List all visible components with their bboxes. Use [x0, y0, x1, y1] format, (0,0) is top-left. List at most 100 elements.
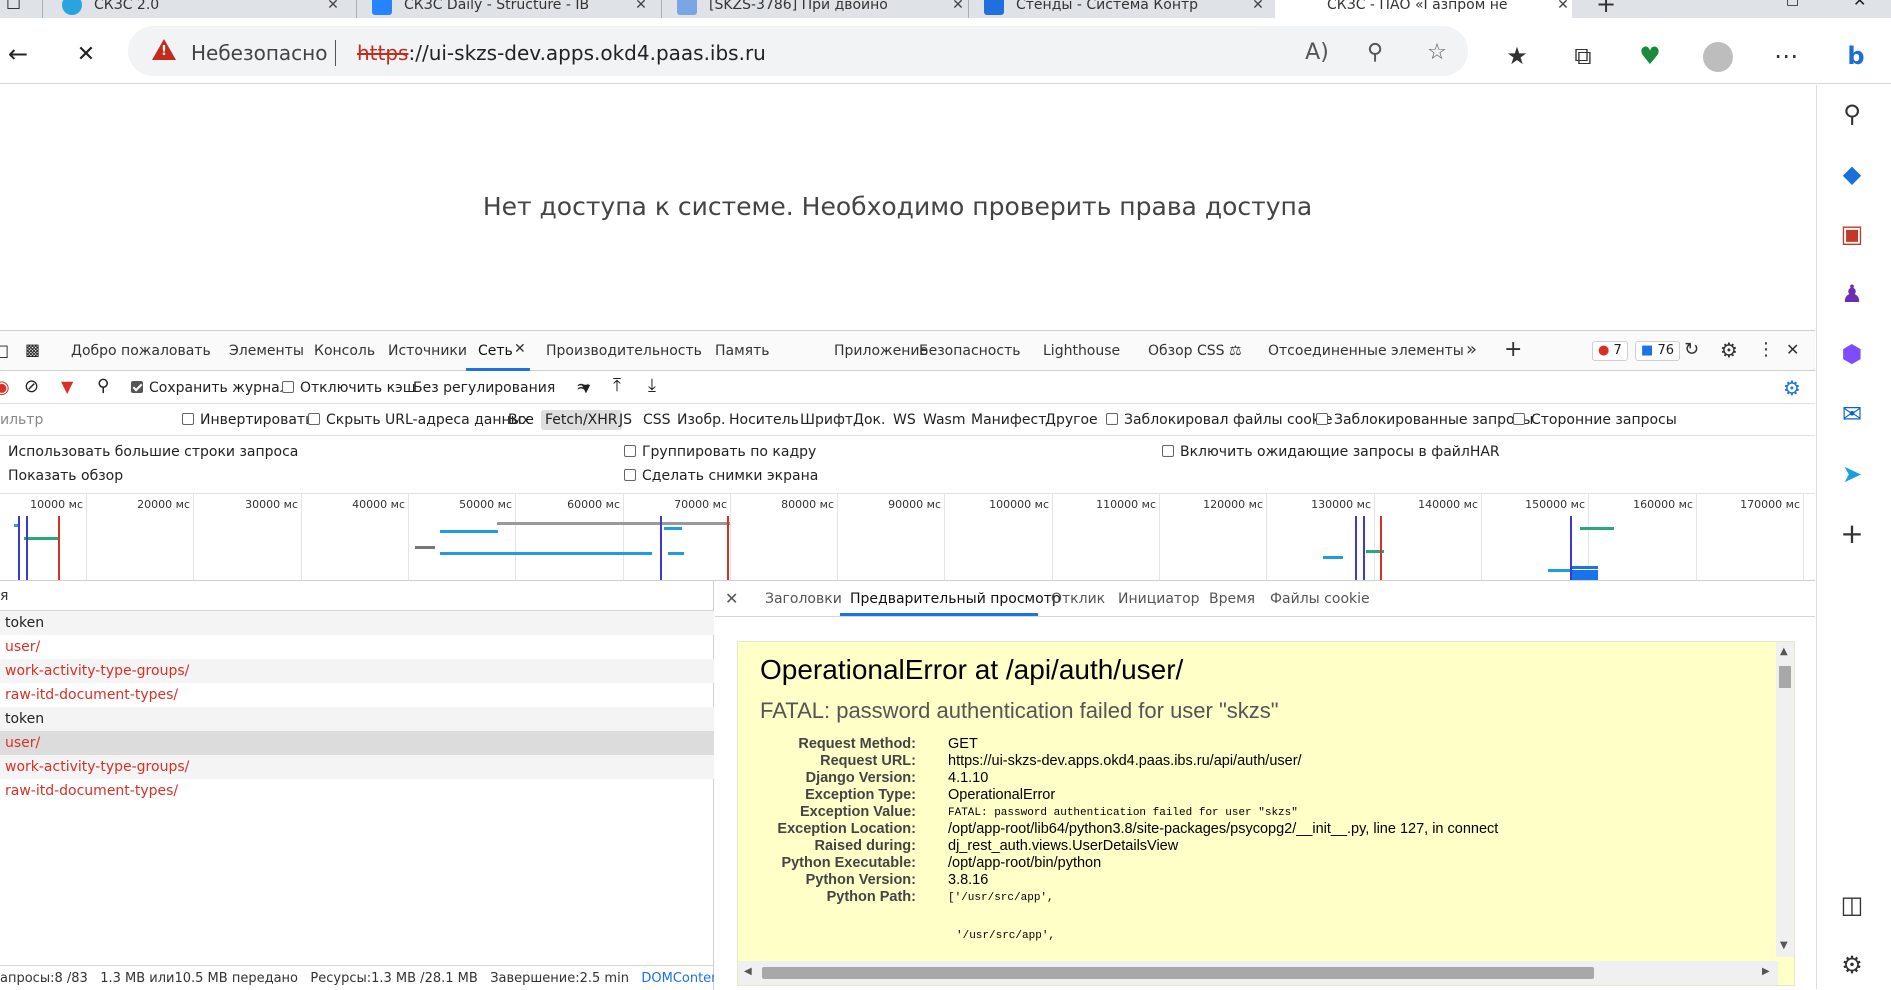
restore-window-icon[interactable]: □ — [1786, 0, 1799, 8]
tab-actions-icon[interactable]: □ — [6, 0, 21, 11]
kebab-menu-icon[interactable]: ⋮ — [1757, 339, 1775, 360]
browser-tab-4[interactable]: Стенды - Система Контр ✕ — [984, 0, 1267, 18]
type-filter-doc[interactable]: Док. — [853, 412, 885, 428]
tab-console[interactable]: Консоль — [314, 343, 375, 359]
type-filter-font[interactable]: Шрифт — [800, 412, 853, 428]
type-filter-fetch-xhr[interactable]: Fetch/XHR — [541, 410, 622, 430]
messages-badge[interactable]: ■ 76 — [1635, 341, 1680, 361]
close-details-icon[interactable]: ✕ — [725, 589, 738, 608]
type-filter-wasm[interactable]: Wasm — [923, 412, 965, 428]
inspect-element-icon[interactable]: □ — [0, 341, 9, 360]
more-tabs-icon[interactable]: » — [1466, 339, 1477, 360]
search-icon[interactable]: ⚲ — [97, 376, 109, 396]
type-filter-manifest[interactable]: Манифест — [971, 412, 1046, 428]
browser-tab-1[interactable]: СКЗС 2.0 ✕ — [62, 0, 342, 18]
type-filter-other[interactable]: Другое — [1045, 412, 1098, 428]
zoom-icon[interactable]: ⚲ — [1360, 40, 1390, 70]
read-aloud-icon[interactable]: A) — [1302, 40, 1332, 70]
throttling-select[interactable]: Без регулирования ▼ — [413, 380, 590, 396]
back-arrow-icon[interactable]: ← — [2, 38, 34, 70]
add-sidebar-app-icon[interactable]: + — [1835, 517, 1869, 551]
close-icon[interactable]: ✕ — [1249, 0, 1267, 13]
more-menu-icon[interactable]: ⋯ — [1768, 38, 1804, 74]
url-text[interactable]: https://ui-skzs-dev.apps.okd4.paas.ibs.r… — [357, 41, 766, 65]
tab-css-overview[interactable]: Обзор CSS ⚖ — [1148, 343, 1242, 359]
shopping-tag-icon[interactable]: ◆ — [1835, 157, 1869, 191]
request-row[interactable]: work-activity-type-groups/ — [0, 659, 714, 683]
tab-timing[interactable]: Время — [1209, 591, 1255, 607]
tab-welcome[interactable]: Добро пожаловать — [71, 343, 211, 359]
copilot-icon[interactable]: b — [1838, 38, 1874, 74]
favorites-icon[interactable]: ★ — [1499, 38, 1535, 74]
preserve-log-checkbox[interactable]: Сохранить журнал — [131, 380, 289, 396]
clear-icon[interactable]: ⊘ — [24, 376, 39, 397]
profile-avatar-icon[interactable] — [1700, 38, 1736, 74]
show-overview-option[interactable]: Показать обзор — [8, 468, 123, 484]
scroll-right-icon[interactable]: ▶ — [1762, 966, 1770, 977]
close-icon[interactable]: ✕ — [1554, 0, 1572, 13]
drop-icon[interactable]: ➤ — [1835, 457, 1869, 491]
tab-headers[interactable]: Заголовки — [765, 591, 842, 607]
horizontal-scrollbar[interactable]: ◀ ▶ — [738, 961, 1778, 985]
network-settings-gear-icon[interactable]: ⚙ — [1783, 376, 1801, 400]
outlook-icon[interactable]: ✉ — [1835, 397, 1869, 431]
request-row[interactable]: raw-itd-document-types/ — [0, 683, 714, 707]
capture-screenshots-checkbox[interactable]: Сделать снимки экрана — [624, 468, 818, 484]
tab-initiator[interactable]: Инициатор — [1118, 591, 1200, 607]
tab-application[interactable]: Приложение — [834, 343, 928, 359]
request-row[interactable]: user/ — [0, 635, 714, 659]
tab-security[interactable]: Безопасность — [919, 343, 1020, 359]
filter-input[interactable]: ильтр — [0, 412, 43, 428]
disable-cache-checkbox[interactable]: Отключить кэш — [282, 380, 416, 396]
type-filter-all[interactable]: Все — [508, 412, 534, 428]
browser-tab-2[interactable]: СКЗС Daily - Structure - IB ✕ — [372, 0, 650, 18]
blocked-requests-checkbox[interactable]: Заблокированные запросы — [1316, 412, 1533, 428]
type-filter-media[interactable]: Носитель — [729, 412, 799, 428]
close-icon[interactable]: ✕ — [632, 0, 650, 13]
collections-icon[interactable]: ⧉ — [1565, 38, 1601, 74]
tab-response[interactable]: Отклик — [1051, 591, 1105, 607]
scroll-thumb[interactable] — [1779, 666, 1791, 688]
browser-tab-3[interactable]: [SKZS-3786] При двойно ✕ — [677, 0, 967, 18]
tab-memory[interactable]: Память — [715, 343, 770, 359]
scroll-up-icon[interactable]: ▲ — [1780, 646, 1788, 657]
type-filter-css[interactable]: CSS — [643, 412, 671, 428]
tab-elements[interactable]: Элементы — [229, 343, 304, 359]
connection-icon[interactable]: ↻ — [1684, 339, 1699, 360]
search-icon[interactable]: ⚲ — [1835, 97, 1869, 131]
address-bar[interactable] — [128, 26, 1468, 76]
tab-lighthouse[interactable]: Lighthouse — [1043, 343, 1120, 359]
request-row[interactable]: user/ — [0, 731, 714, 755]
tab-cookies[interactable]: Файлы cookie — [1270, 591, 1370, 607]
tab-detached-elements[interactable]: Отсоединенные элементы — [1268, 343, 1464, 359]
hide-data-urls-checkbox[interactable]: Скрыть URL-адреса данных — [308, 412, 530, 428]
new-tab-icon[interactable]: + — [1596, 0, 1616, 18]
tab-network[interactable]: Сеть — [478, 343, 513, 359]
type-filter-js[interactable]: JS — [619, 412, 632, 428]
tools-briefcase-icon[interactable]: ▣ — [1835, 217, 1869, 251]
request-row[interactable]: token — [0, 611, 714, 635]
import-har-icon[interactable]: ⤒ — [613, 375, 621, 396]
security-label[interactable]: Небезопасно — [191, 41, 328, 65]
close-tab-icon[interactable]: ✕ — [514, 341, 526, 357]
close-devtools-icon[interactable]: ✕ — [1786, 340, 1799, 359]
third-party-checkbox[interactable]: Сторонние запросы — [1513, 412, 1677, 428]
filter-icon[interactable]: ▼ — [61, 377, 73, 396]
tab-performance[interactable]: Производительность — [546, 343, 702, 359]
type-filter-ws[interactable]: WS — [893, 412, 916, 428]
network-conditions-icon[interactable]: ≈ — [576, 377, 590, 397]
request-row[interactable]: work-activity-type-groups/ — [0, 755, 714, 779]
name-column-header[interactable]: я — [0, 588, 8, 604]
close-icon[interactable]: ✕ — [324, 0, 342, 13]
type-filter-img[interactable]: Изобр. — [677, 412, 725, 428]
games-icon[interactable]: ♟ — [1835, 277, 1869, 311]
request-row[interactable]: raw-itd-document-types/ — [0, 779, 714, 803]
close-window-icon[interactable]: ✕ — [1853, 0, 1866, 10]
invert-checkbox[interactable]: Инвертировать — [182, 412, 313, 428]
close-icon[interactable]: ✕ — [949, 0, 967, 13]
scroll-thumb[interactable] — [762, 967, 1594, 979]
microsoft-365-icon[interactable]: ⬢ — [1835, 337, 1869, 371]
settings-gear-icon[interactable]: ⚙ — [1720, 338, 1738, 362]
scroll-down-icon[interactable]: ▼ — [1780, 940, 1788, 951]
favorite-star-icon[interactable]: ☆ — [1422, 40, 1452, 70]
